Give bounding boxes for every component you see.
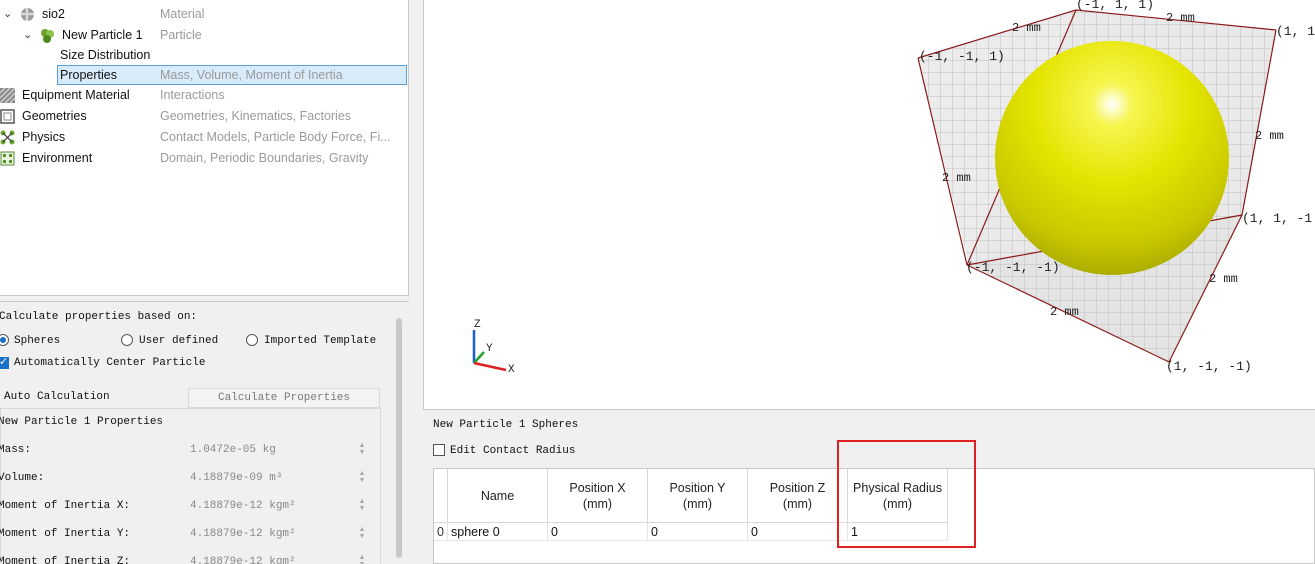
column-header-position-y[interactable]: Position Y (mm) bbox=[648, 469, 748, 523]
dimension-label: 2 mm bbox=[1166, 11, 1195, 25]
cell-name[interactable]: sphere 0 bbox=[448, 523, 548, 541]
moi-x-spinner-icon[interactable]: ▲ ▼ bbox=[357, 498, 367, 512]
moi-z-label: Moment of Inertia Z: bbox=[0, 556, 131, 564]
properties-panel: Calculate properties based on: Spheres U… bbox=[0, 301, 409, 564]
axes-triad: Z Y X bbox=[472, 319, 515, 376]
tree-item-label: sio2 bbox=[42, 7, 65, 21]
tree-item-desc: Geometries, Kinematics, Factories bbox=[160, 109, 352, 123]
dimension-label: 2 mm bbox=[1255, 129, 1284, 143]
spheres-radio[interactable] bbox=[0, 334, 9, 346]
tree-item-label: New Particle 1 bbox=[62, 28, 143, 42]
moi-y-spinner-icon[interactable]: ▲ ▼ bbox=[357, 526, 367, 540]
equipment-material-icon bbox=[0, 88, 15, 103]
spheres-table: Name Position X (mm) Position Y (mm) Pos… bbox=[433, 468, 1315, 564]
auto-center-checkbox[interactable] bbox=[0, 355, 9, 369]
tree-item-label: Geometries bbox=[22, 109, 87, 123]
calculate-properties-button[interactable]: Calculate Properties bbox=[188, 388, 380, 408]
moi-x-value[interactable]: 4.18879e-12 kgm² bbox=[190, 500, 296, 512]
volume-value[interactable]: 4.18879e-09 m³ bbox=[190, 472, 282, 484]
tree-item-desc: Particle bbox=[160, 28, 202, 42]
mass-value[interactable]: 1.0472e-05 kg bbox=[190, 444, 276, 456]
auto-center-label[interactable]: Automatically Center Particle bbox=[14, 357, 205, 369]
column-header-position-x[interactable]: Position X (mm) bbox=[548, 469, 648, 523]
column-header-position-z[interactable]: Position Z (mm) bbox=[748, 469, 848, 523]
column-header-physical-radius[interactable]: Physical Radius (mm) bbox=[848, 469, 948, 523]
3d-viewport[interactable]: (-1, 1, 1) (1, 1 (-1, -1, 1) (1, 1, -1 (… bbox=[423, 0, 1315, 410]
particle-sphere[interactable] bbox=[995, 41, 1229, 275]
mass-spinner-icon[interactable]: ▲ ▼ bbox=[357, 442, 367, 456]
properties-scrollbar[interactable] bbox=[396, 318, 402, 558]
particle-icon bbox=[41, 29, 54, 43]
tree-item-label: Environment bbox=[22, 151, 93, 165]
corner-label: (-1, -1, 1) bbox=[919, 49, 1005, 64]
material-icon bbox=[21, 8, 34, 21]
mass-label: Mass: bbox=[0, 444, 32, 456]
physics-icon bbox=[0, 130, 15, 145]
corner-label: (-1, -1, -1) bbox=[966, 260, 1060, 275]
particle-properties-group: New Particle 1 Properties Mass: 1.0472e-… bbox=[0, 408, 381, 564]
tree-item-properties[interactable]: Properties Mass, Volume, Moment of Inert… bbox=[0, 65, 408, 85]
calc-based-on-label: Calculate properties based on: bbox=[0, 311, 198, 323]
tree-item-equipment-material[interactable]: Equipment Material Interactions bbox=[0, 85, 408, 105]
edit-contact-radius-label[interactable]: Edit Contact Radius bbox=[450, 445, 575, 457]
chevron-down-icon[interactable]: ⌄ bbox=[3, 7, 12, 20]
tree-item-label: Equipment Material bbox=[22, 88, 130, 102]
tree-item-sio2[interactable]: ⌄ sio2 Material bbox=[0, 4, 408, 24]
tree-item-label: Size Distribution bbox=[60, 48, 151, 62]
tree-item-size-distribution[interactable]: Size Distribution bbox=[0, 45, 408, 65]
tree-item-geometries[interactable]: Geometries Geometries, Kinematics, Facto… bbox=[0, 106, 408, 126]
column-header-name[interactable]: Name bbox=[448, 469, 548, 523]
volume-spinner-icon[interactable]: ▲ ▼ bbox=[357, 470, 367, 484]
cell-position-y[interactable]: 0 bbox=[648, 523, 748, 541]
tree-item-desc: Interactions bbox=[160, 88, 225, 102]
simulation-tree: ⌄ sio2 Material ⌄ New Particle 1 Particl… bbox=[0, 0, 409, 296]
tree-item-label: Physics bbox=[22, 130, 66, 144]
imported-template-radio[interactable] bbox=[246, 334, 258, 346]
volume-label: Volume: bbox=[0, 472, 45, 484]
environment-icon bbox=[0, 151, 15, 166]
moi-z-value[interactable]: 4.18879e-12 kgm² bbox=[190, 556, 296, 564]
corner-label: (1, 1, -1 bbox=[1242, 211, 1312, 226]
y-axis-label: Y bbox=[486, 343, 493, 355]
tree-item-desc: Domain, Periodic Boundaries, Gravity bbox=[160, 151, 369, 165]
row-header-corner bbox=[434, 469, 448, 523]
row-index: 0 bbox=[434, 523, 448, 541]
chevron-down-icon[interactable]: ⌄ bbox=[23, 28, 32, 41]
moi-y-value[interactable]: 4.18879e-12 kgm² bbox=[190, 528, 296, 540]
x-axis-label: X bbox=[508, 364, 515, 376]
imported-template-radio-label[interactable]: Imported Template bbox=[264, 335, 376, 347]
corner-label: (-1, 1, 1) bbox=[1076, 0, 1154, 12]
tree-item-label: Properties bbox=[60, 68, 117, 82]
user-defined-radio-label[interactable]: User defined bbox=[139, 335, 218, 347]
dimension-label: 2 mm bbox=[1209, 272, 1238, 286]
auto-calculation-label: Auto Calculation bbox=[4, 391, 110, 403]
cell-physical-radius[interactable]: 1 bbox=[848, 523, 948, 541]
moi-y-label: Moment of Inertia Y: bbox=[0, 528, 131, 540]
geometry-icon bbox=[0, 109, 15, 124]
cell-position-z[interactable]: 0 bbox=[748, 523, 848, 541]
z-axis-label: Z bbox=[474, 319, 481, 331]
dimension-label: 2 mm bbox=[1050, 305, 1079, 319]
moi-x-label: Moment of Inertia X: bbox=[0, 500, 131, 512]
tree-item-desc: Material bbox=[160, 7, 205, 21]
tree-item-environment[interactable]: Environment Domain, Periodic Boundaries,… bbox=[0, 148, 408, 168]
spheres-panel-title: New Particle 1 Spheres bbox=[433, 419, 579, 431]
user-defined-radio[interactable] bbox=[121, 334, 133, 346]
moi-z-spinner-icon[interactable]: ▲▼ bbox=[357, 554, 367, 564]
dimension-label: 2 mm bbox=[1012, 21, 1041, 35]
spheres-panel: New Particle 1 Spheres Edit Contact Radi… bbox=[423, 414, 1315, 564]
cell-position-x[interactable]: 0 bbox=[548, 523, 648, 541]
spheres-radio-label[interactable]: Spheres bbox=[14, 335, 60, 347]
dimension-label: 2 mm bbox=[942, 171, 971, 185]
corner-label: (1, -1, -1) bbox=[1166, 359, 1252, 374]
corner-label: (1, 1 bbox=[1276, 24, 1315, 39]
tree-item-desc: Mass, Volume, Moment of Inertia bbox=[160, 68, 343, 82]
edit-contact-radius-checkbox[interactable] bbox=[433, 444, 445, 456]
tree-item-new-particle-1[interactable]: ⌄ New Particle 1 Particle bbox=[0, 25, 408, 45]
viewport-canvas: (-1, 1, 1) (1, 1 (-1, -1, 1) (1, 1, -1 (… bbox=[472, 0, 1315, 376]
tree-item-desc: Contact Models, Particle Body Force, Fi.… bbox=[160, 130, 391, 144]
tree-item-physics[interactable]: Physics Contact Models, Particle Body Fo… bbox=[0, 127, 408, 147]
group-title: New Particle 1 Properties bbox=[0, 416, 164, 428]
